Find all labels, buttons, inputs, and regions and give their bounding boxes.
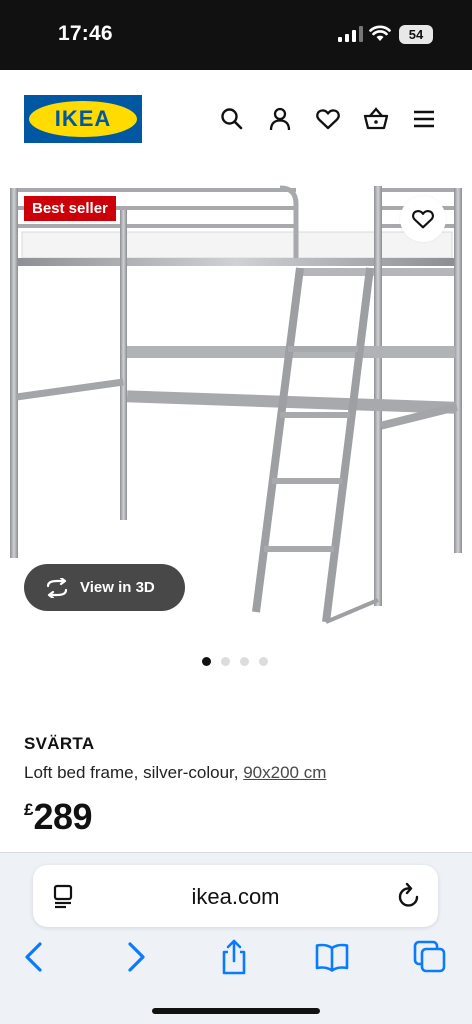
bookmarks-icon[interactable] <box>314 939 350 975</box>
carousel-dot[interactable] <box>221 657 230 666</box>
best-seller-badge: Best seller <box>24 196 116 221</box>
product-type: Loft bed frame, silver-colour, <box>24 763 244 782</box>
view-in-3d-button[interactable]: View in 3D <box>24 564 185 611</box>
site-header: IKEA <box>0 70 472 180</box>
price-currency: £ <box>24 800 34 819</box>
search-icon[interactable] <box>219 106 245 132</box>
price-amount: 289 <box>33 796 93 837</box>
back-icon[interactable] <box>16 939 52 975</box>
ikea-logo[interactable]: IKEA <box>24 95 142 143</box>
clock: 17:46 <box>58 22 113 45</box>
product-name: SVÄRTA <box>24 734 95 753</box>
browser-toolbar: ikea.com <box>0 852 472 1024</box>
reload-icon[interactable] <box>396 882 422 910</box>
heart-icon[interactable] <box>315 106 341 132</box>
heart-icon <box>412 210 434 229</box>
carousel-dot[interactable] <box>259 657 268 666</box>
home-indicator <box>152 1008 320 1014</box>
basket-icon[interactable] <box>363 106 389 132</box>
carousel-dot[interactable] <box>240 657 249 666</box>
product-price: £ 289 <box>24 796 93 838</box>
menu-icon[interactable] <box>411 106 437 132</box>
view-in-3d-label: View in 3D <box>80 579 155 596</box>
battery-indicator: 54 <box>399 25 433 44</box>
add-to-favourites-button[interactable] <box>400 196 446 242</box>
product-description: Loft bed frame, silver-colour, 90x200 cm <box>24 763 326 783</box>
rotate-3d-icon <box>46 577 68 598</box>
tabs-icon[interactable] <box>412 939 448 975</box>
cellular-signal-icon <box>338 26 363 42</box>
forward-icon[interactable] <box>118 939 154 975</box>
share-icon[interactable] <box>216 939 252 975</box>
wifi-icon <box>369 25 391 41</box>
carousel-pagination <box>202 657 268 666</box>
address-bar[interactable]: ikea.com <box>33 865 438 927</box>
profile-icon[interactable] <box>267 106 293 132</box>
url-domain: ikea.com <box>191 884 280 909</box>
carousel-dot[interactable] <box>202 657 211 666</box>
product-size-link[interactable]: 90x200 cm <box>243 763 326 782</box>
status-bar: 17:46 54 <box>0 0 472 70</box>
